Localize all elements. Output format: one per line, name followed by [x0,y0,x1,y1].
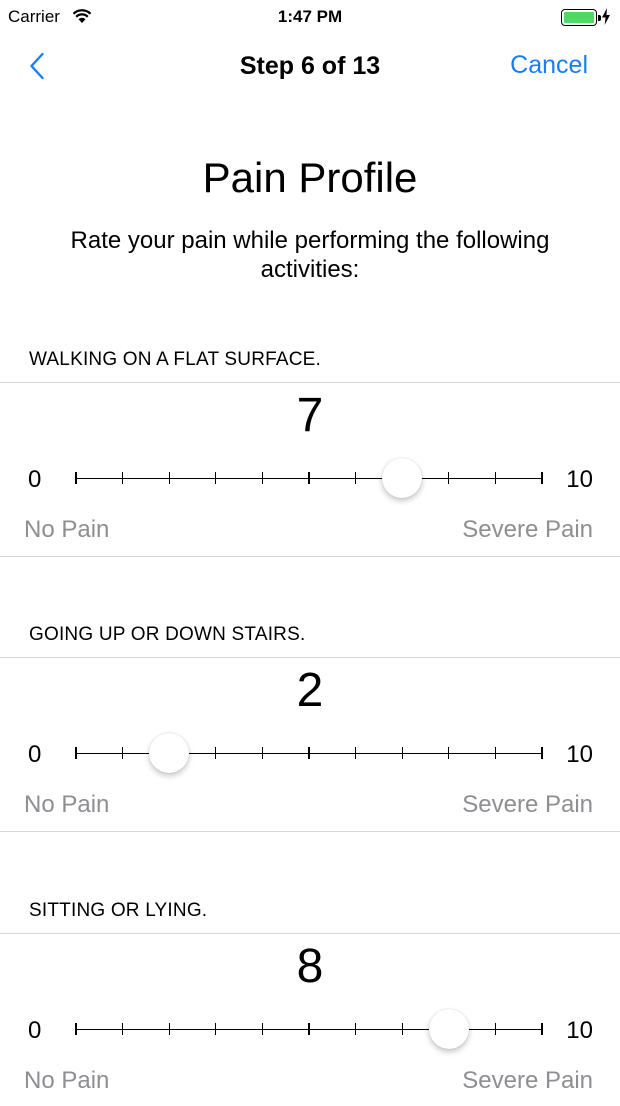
status-time: 1:47 PM [277,7,343,26]
slider-tick [122,747,124,759]
pain-slider[interactable] [74,1009,544,1049]
max-description: Severe Pain [462,1067,593,1094]
range-min-label: 0 [28,1017,42,1044]
slider-tick [122,1023,124,1035]
slider-tick [215,1023,217,1035]
charging-bolt-icon [602,8,610,25]
divider [0,556,620,557]
slider-tick [308,1023,310,1035]
max-description: Severe Pain [462,791,593,818]
slider-tick [122,472,124,484]
question-walking: WALKING ON A FLAT SURFACE. 7 0 10 No Pai… [0,325,620,599]
slider-tick [308,472,310,484]
page-title: Pain Profile [202,154,418,201]
max-description: Severe Pain [462,516,593,543]
slider-thumb[interactable] [382,458,423,498]
status-bar: Carrier 1:47 PM [0,0,620,36]
pain-slider[interactable] [74,458,544,498]
slider-tick [541,747,543,759]
slider-tick [541,472,543,484]
divider [0,933,620,934]
range-max-label: 10 [566,466,593,493]
range-min-label: 0 [28,741,42,768]
slider-tick [494,472,497,484]
question-label: GOING UP OR DOWN STAIRS. [29,624,306,645]
divider [0,657,620,658]
navigation-bar: Step 6 of 13 Cancel [0,36,620,96]
slider-tick [261,472,264,484]
slider-tick [494,747,497,759]
slider-tick [494,1023,497,1035]
range-max-label: 10 [566,741,593,768]
range-min-label: 0 [28,466,42,493]
battery-fill [564,12,594,23]
slider-tick [261,1023,264,1035]
slider-thumb[interactable] [149,733,190,773]
slider-tick [448,472,450,484]
min-description: No Pain [24,516,110,543]
pain-slider[interactable] [74,733,544,773]
slider-tick [261,747,264,759]
divider [0,831,620,832]
min-description: No Pain [24,1067,110,1094]
slider-tick [168,1023,170,1035]
slider-value: 8 [296,940,324,993]
slider-tick [215,472,217,484]
cancel-button[interactable]: Cancel [510,51,588,80]
slider-tick [168,472,170,484]
battery-icon [561,9,601,26]
slider-tick [308,747,310,759]
slider-tick [401,1023,403,1035]
slider-tick [355,472,357,484]
slider-tick [75,747,77,759]
slider-tick [448,747,450,759]
question-sitting: SITTING OR LYING. 8 0 10 No Pain Severe … [0,876,620,1106]
question-stairs: GOING UP OR DOWN STAIRS. 2 0 10 No Pain … [0,600,620,874]
slider-tick [215,747,217,759]
divider [0,382,620,383]
slider-tick [75,1023,77,1035]
question-label: SITTING OR LYING. [29,900,208,921]
slider-value: 7 [296,389,324,442]
slider-thumb[interactable] [428,1009,469,1049]
slider-tick [541,1023,543,1035]
slider-tick [401,747,403,759]
slider-tick [355,1023,357,1035]
question-label: WALKING ON A FLAT SURFACE. [29,349,322,370]
page-subtitle: Rate your pain while performing the foll… [70,227,550,283]
slider-value: 2 [296,664,324,717]
slider-tick [355,747,357,759]
min-description: No Pain [24,791,110,818]
slider-tick [75,472,77,484]
range-max-label: 10 [566,1017,593,1044]
